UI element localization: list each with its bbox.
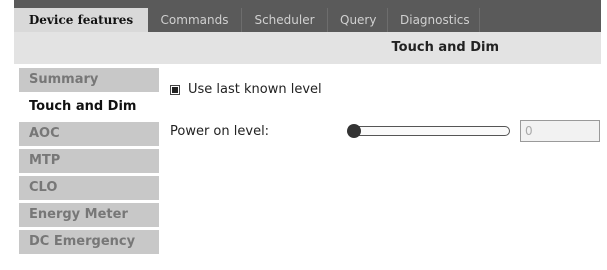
power-on-level-slider[interactable] <box>347 124 510 138</box>
power-on-level-label: Power on level: <box>170 123 270 139</box>
page-title: Touch and Dim <box>391 40 499 55</box>
slider-track <box>348 126 510 136</box>
sidebar-item-aoc[interactable]: AOC <box>19 122 159 146</box>
main-content: Use last known level Power on level: <box>170 68 607 270</box>
power-on-level-row: Power on level: <box>170 123 270 139</box>
power-on-level-input[interactable] <box>520 120 600 142</box>
use-last-known-level-checkbox[interactable] <box>170 84 180 95</box>
use-last-known-level-label: Use last known level <box>188 82 322 97</box>
tab-commands[interactable]: Commands <box>148 8 242 32</box>
sidebar-item-touch-and-dim[interactable]: Touch and Dim <box>19 95 159 119</box>
sidebar-item-summary[interactable]: Summary <box>19 68 159 92</box>
slider-handle[interactable] <box>347 124 361 138</box>
tab-strip: Device features Commands Scheduler Query… <box>14 0 601 34</box>
sidebar-item-clo[interactable]: CLO <box>19 176 159 200</box>
section-header: Touch and Dim <box>14 32 601 64</box>
tab-scheduler[interactable]: Scheduler <box>242 8 328 32</box>
top-tab-bar: Device features Commands Scheduler Query… <box>0 0 607 34</box>
sidebar-item-dc-emergency[interactable]: DC Emergency <box>19 230 159 254</box>
use-last-known-level-row: Use last known level <box>170 82 322 97</box>
sidebar-item-energy-meter[interactable]: Energy Meter <box>19 203 159 227</box>
sidebar: Summary Touch and Dim AOC MTP CLO Energy… <box>19 68 159 257</box>
tab-diagnostics[interactable]: Diagnostics <box>388 8 480 32</box>
sidebar-item-mtp[interactable]: MTP <box>19 149 159 173</box>
tab-device-features[interactable]: Device features <box>14 8 148 34</box>
tab-query[interactable]: Query <box>328 8 388 32</box>
